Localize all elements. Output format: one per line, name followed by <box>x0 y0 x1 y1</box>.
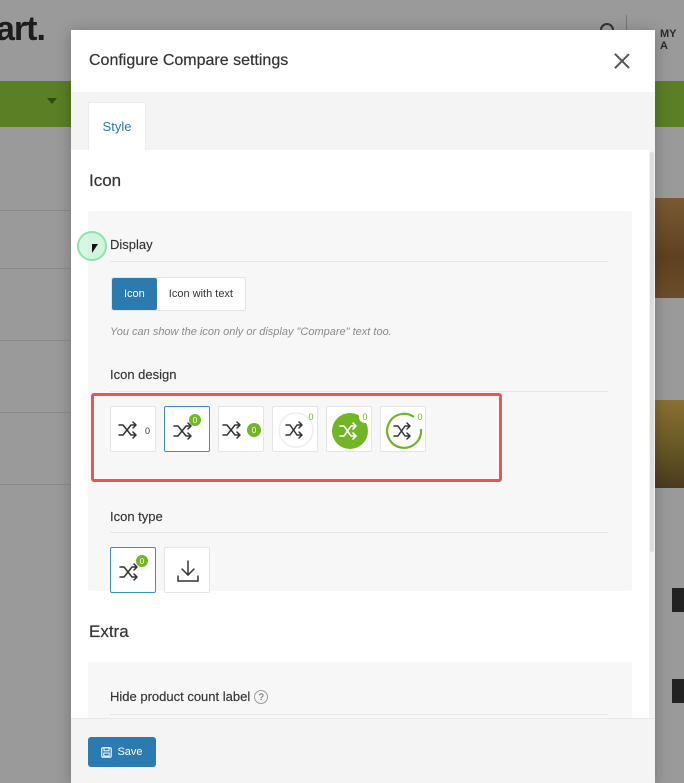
tab-style[interactable]: Style <box>88 102 146 150</box>
shuffle-icon: 0 <box>173 414 201 440</box>
menu-divider <box>0 412 70 413</box>
count-badge: 0 <box>193 416 198 425</box>
section-title-extra: Extra <box>89 622 129 641</box>
hide-count-label-row: Hide product count label? <box>110 689 269 704</box>
mouse-cursor-icon <box>92 244 98 253</box>
floppy-disk-icon <box>101 746 113 758</box>
icon-type-option-shuffle[interactable]: 0 <box>110 547 156 593</box>
close-icon[interactable] <box>610 49 634 73</box>
icon-type-label: Icon type <box>110 509 163 524</box>
my-account-link: MY A <box>660 28 677 52</box>
divider <box>110 261 608 262</box>
background-button <box>672 679 684 703</box>
icon-design-option-badge-corner[interactable]: 0 <box>164 406 210 452</box>
section-title-icon: Icon <box>89 171 122 190</box>
chevron-down-icon <box>47 98 57 104</box>
icon-design-option-filled-circle[interactable]: 0 <box>326 406 372 452</box>
site-logo: art. <box>0 10 46 48</box>
category-bar-right <box>654 81 684 127</box>
count-label: 0 <box>308 412 313 422</box>
icon-design-option-ring-light[interactable]: 0 <box>272 406 318 452</box>
display-option-icon-with-text[interactable]: Icon with text <box>157 278 245 310</box>
hide-count-label: Hide product count label <box>110 689 251 704</box>
shuffle-icon: 0 <box>222 421 261 439</box>
icon-design-option-badge-side[interactable]: 0 <box>218 406 264 452</box>
tab-bar: Style <box>71 92 655 150</box>
scrollbar-thumb[interactable] <box>650 152 654 552</box>
save-button[interactable]: Save <box>88 737 156 767</box>
menu-divider <box>0 484 70 485</box>
product-image <box>655 198 684 298</box>
modal-footer: Save <box>71 718 655 783</box>
help-icon[interactable]: ? <box>254 690 269 704</box>
divider <box>110 391 608 392</box>
divider <box>110 714 608 715</box>
modal-header: Configure Compare settings <box>71 30 655 92</box>
display-hint: You can show the icon only or display "C… <box>110 326 392 338</box>
icon-settings-panel: Display Icon Icon with text You can show… <box>88 211 632 593</box>
icon-design-label: Icon design <box>110 367 177 382</box>
count-label: 0 <box>362 412 367 422</box>
menu-divider <box>0 268 70 269</box>
menu-divider <box>0 340 70 341</box>
product-image <box>655 400 684 488</box>
shuffle-icon: 0 <box>118 421 150 439</box>
shuffle-icon: 0 <box>386 412 423 449</box>
shuffle-icon: 0 <box>332 411 371 449</box>
save-label: Save <box>117 746 143 758</box>
download-icon <box>177 560 199 582</box>
count-badge: 0 <box>252 426 257 435</box>
menu-divider <box>0 210 70 211</box>
count-label: 0 <box>145 426 150 436</box>
display-toggle: Icon Icon with text <box>111 277 246 311</box>
icon-design-option-plain-count[interactable]: 0 <box>110 406 156 452</box>
category-bar <box>0 81 72 127</box>
count-label: 0 <box>417 412 422 422</box>
display-option-icon[interactable]: Icon <box>112 278 157 310</box>
background-button <box>672 588 684 612</box>
count-badge: 0 <box>140 557 145 566</box>
display-label: Display <box>110 237 153 252</box>
settings-modal: Configure Compare settings Style Icon Di… <box>71 30 655 783</box>
icon-design-option-ring-green[interactable]: 0 <box>380 406 426 452</box>
icon-type-option-download[interactable] <box>164 547 210 593</box>
shuffle-icon: 0 <box>119 555 148 581</box>
divider <box>110 532 608 533</box>
modal-title: Configure Compare settings <box>89 52 289 69</box>
shuffle-icon: 0 <box>278 412 314 448</box>
